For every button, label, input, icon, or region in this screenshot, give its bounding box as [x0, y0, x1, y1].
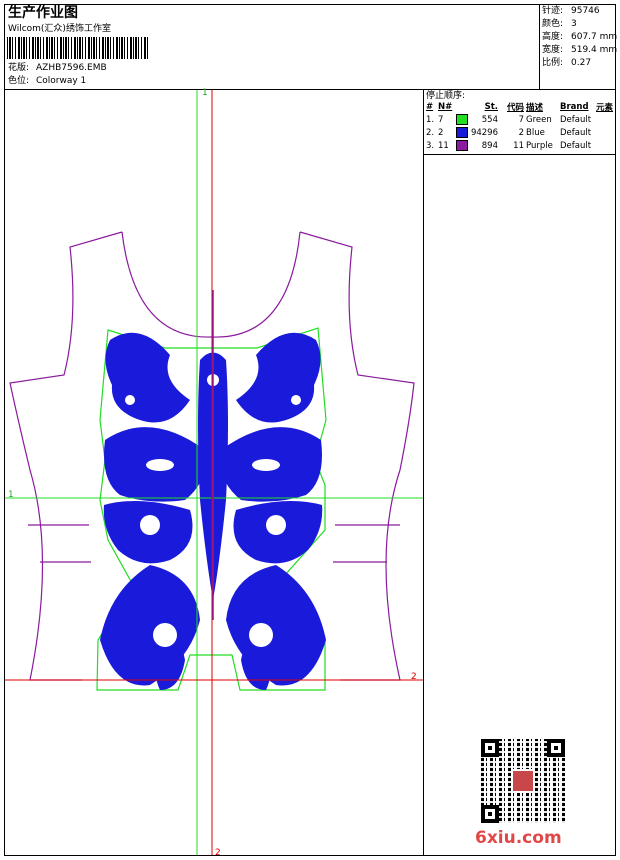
row-desc: Purple	[526, 140, 553, 151]
color-swatch	[456, 127, 468, 138]
axis-label-v-bottom: 2	[215, 848, 221, 858]
axis-label-v-top: 1	[202, 88, 208, 98]
row-index: 1.	[426, 114, 435, 125]
col-header-swatch	[455, 100, 469, 113]
stat-value-stitches: 95746	[571, 6, 600, 16]
row-index: 3.	[426, 140, 435, 151]
row-code: 7	[518, 114, 524, 125]
barcode	[7, 37, 149, 59]
stats-divider	[539, 4, 540, 89]
seal-stamp	[511, 769, 535, 793]
table-row: 3. 11 894 11 Purple Default	[425, 139, 614, 152]
row-element	[595, 139, 614, 152]
stat-value-height: 607.7 mm	[571, 32, 618, 42]
color-swatch	[456, 114, 468, 125]
stop-table-divider	[423, 154, 616, 155]
col-header-brand: Brand	[560, 101, 589, 112]
col-header-needle: N#	[438, 101, 453, 112]
stat-value-scale: 0.27	[571, 58, 592, 68]
row-element	[595, 126, 614, 139]
col-header-desc: 描述	[526, 102, 544, 113]
row-needle: 7	[438, 114, 444, 125]
stat-value-colors: 3	[571, 19, 577, 29]
stat-label-stitches: 针迹:	[542, 6, 564, 16]
stat-label-height: 高度:	[542, 32, 564, 42]
colorway-label: 色位:	[8, 76, 30, 86]
row-brand: Default	[560, 127, 592, 138]
company-name: Wilcom(汇众)绣饰工作室	[8, 24, 111, 34]
row-stitches: 94296	[470, 127, 498, 138]
page-title: 生产作业图	[8, 5, 78, 21]
table-row: 1. 7 554 7 Green Default	[425, 113, 614, 126]
stat-label-colors: 颜色:	[542, 19, 564, 29]
col-header-element: 元素	[596, 102, 614, 113]
stat-label-scale: 比例:	[542, 58, 564, 68]
row-element	[595, 113, 614, 126]
qr-finder	[481, 805, 499, 823]
design-file: AZHB7596.EMB	[36, 63, 107, 73]
stop-sequence-table: # N# St. 代码 描述 Brand 元素 1. 7 554 7 Green…	[425, 100, 614, 152]
qr-finder	[547, 739, 565, 757]
axis-label-h-left: 1	[8, 490, 14, 500]
row-swatch	[455, 139, 469, 152]
axis-label-h-right: 2	[411, 672, 417, 682]
design-label: 花版:	[8, 63, 30, 73]
row-brand: Default	[560, 140, 592, 151]
row-needle: 11	[438, 140, 449, 151]
row-index: 2.	[426, 127, 435, 138]
row-brand: Default	[560, 114, 592, 125]
table-row: 2. 2 94296 2 Blue Default	[425, 126, 614, 139]
row-swatch	[455, 126, 469, 139]
watermark-logo: 6xiu.com	[475, 828, 562, 848]
stat-value-width: 519.4 mm	[571, 45, 618, 55]
color-swatch	[456, 140, 468, 151]
col-header-index: #	[426, 101, 434, 112]
col-header-code: 代码	[506, 102, 524, 113]
row-desc: Blue	[526, 127, 545, 138]
colorway-value: Colorway 1	[36, 76, 87, 86]
row-code: 11	[513, 140, 524, 151]
qr-finder	[481, 739, 499, 757]
stat-label-width: 宽度:	[542, 45, 564, 55]
embroidery-canvas	[5, 90, 423, 855]
col-header-stitches: St.	[484, 101, 498, 112]
row-stitches: 894	[481, 140, 498, 151]
row-needle: 2	[438, 127, 444, 138]
row-code: 2	[518, 127, 524, 138]
row-stitches: 554	[481, 114, 498, 125]
row-swatch	[455, 113, 469, 126]
stop-table-header: # N# St. 代码 描述 Brand 元素	[425, 100, 614, 113]
side-panel-divider	[423, 89, 424, 856]
row-desc: Green	[526, 114, 552, 125]
